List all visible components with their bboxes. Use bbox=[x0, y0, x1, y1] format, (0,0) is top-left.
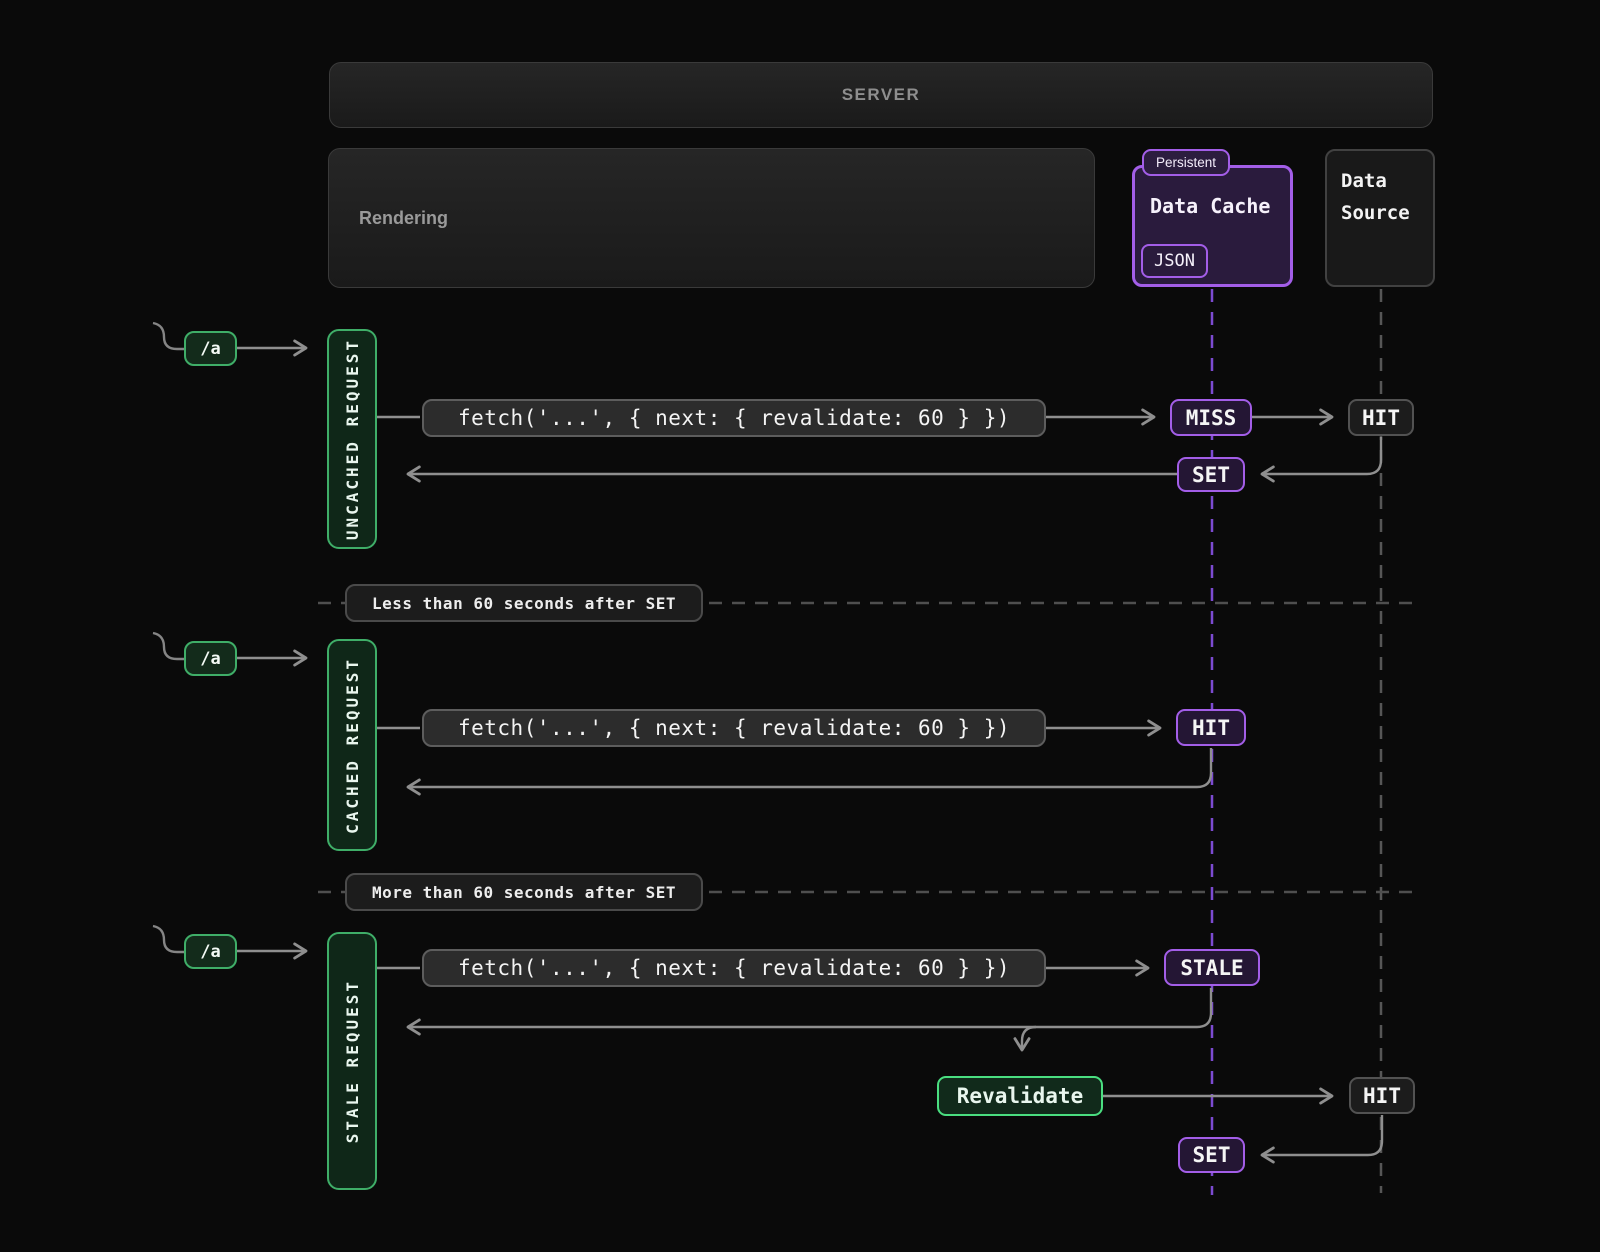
route-hook-2 bbox=[153, 633, 184, 659]
arrow-hit-to-set-3 bbox=[1262, 1115, 1382, 1155]
rendering-label: Rendering bbox=[359, 208, 448, 229]
data-source-line1: Data bbox=[1341, 165, 1387, 197]
route-hook-3 bbox=[153, 926, 184, 952]
data-source-line2: Source bbox=[1341, 197, 1410, 229]
route-chip-1: /a bbox=[184, 331, 237, 366]
source-hit-badge-3: HIT bbox=[1349, 1077, 1415, 1114]
separator-pill-1: Less than 60 seconds after SET bbox=[345, 584, 703, 622]
lane-stale-label: STALE REQUEST bbox=[343, 979, 362, 1143]
data-cache-title: Data Cache bbox=[1150, 194, 1270, 218]
miss-badge: MISS bbox=[1170, 399, 1252, 436]
lane-cached-label: CACHED REQUEST bbox=[343, 657, 362, 834]
fetch-call-pill-1: fetch('...', { next: { revalidate: 60 } … bbox=[422, 399, 1046, 437]
data-cache-box: Data Cache JSON bbox=[1132, 165, 1293, 287]
lane-stale-request: STALE REQUEST bbox=[327, 932, 377, 1190]
persistent-badge: Persistent bbox=[1142, 149, 1230, 176]
route-chip-3: /a bbox=[184, 934, 237, 969]
cache-flow-diagram: { "server": { "label": "SERVER" }, "rend… bbox=[0, 0, 1600, 1252]
source-hit-badge-1: HIT bbox=[1348, 399, 1414, 436]
route-hook-1 bbox=[153, 323, 184, 349]
fetch-call-pill-2: fetch('...', { next: { revalidate: 60 } … bbox=[422, 709, 1046, 747]
arrow-hit-to-set-1 bbox=[1262, 437, 1381, 474]
set-badge-1: SET bbox=[1177, 457, 1245, 492]
separator-pill-2: More than 60 seconds after SET bbox=[345, 873, 703, 911]
rendering-panel: Rendering bbox=[328, 148, 1095, 288]
json-chip: JSON bbox=[1141, 244, 1208, 278]
arrow-return-2 bbox=[408, 748, 1211, 787]
lane-cached-request: CACHED REQUEST bbox=[327, 639, 377, 851]
route-chip-2: /a bbox=[184, 641, 237, 676]
server-label: SERVER bbox=[842, 85, 921, 105]
lane-uncached-label: UNCACHED REQUEST bbox=[343, 338, 362, 540]
lane-uncached-request: UNCACHED REQUEST bbox=[327, 329, 377, 549]
revalidate-badge: Revalidate bbox=[937, 1076, 1103, 1116]
arrow-return-3 bbox=[408, 988, 1211, 1027]
cache-hit-badge: HIT bbox=[1176, 709, 1246, 746]
server-panel: SERVER bbox=[329, 62, 1433, 128]
data-source-box: Data Source bbox=[1325, 149, 1435, 287]
set-badge-3: SET bbox=[1178, 1137, 1245, 1173]
arrow-branch-to-revalidate bbox=[1022, 1027, 1036, 1050]
stale-badge: STALE bbox=[1164, 949, 1260, 986]
fetch-call-pill-3: fetch('...', { next: { revalidate: 60 } … bbox=[422, 949, 1046, 987]
